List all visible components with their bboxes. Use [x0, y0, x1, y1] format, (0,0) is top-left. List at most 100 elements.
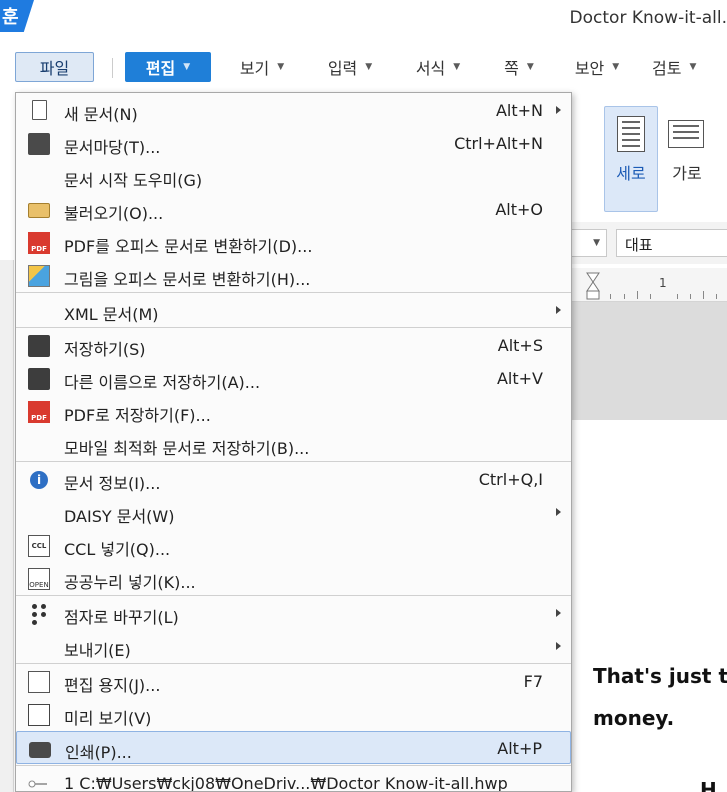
menu-format-label: 서식 [415, 59, 446, 78]
submenu-arrow-icon [556, 508, 561, 516]
menu-review[interactable]: 검토 ▼ [652, 52, 727, 82]
menu-view[interactable]: 보기 ▼ [230, 52, 294, 82]
menu-security[interactable]: 보안 ▼ [565, 52, 629, 82]
pdf-convert-icon: PDF [28, 232, 50, 254]
menu-item-page-setup[interactable]: 편집 용지(J)... F7 [16, 665, 571, 698]
vertical-ruler [0, 260, 14, 792]
submenu-arrow-icon [556, 609, 561, 617]
ruler-tick [610, 294, 611, 299]
app-logo-icon[interactable]: 훈 [0, 0, 34, 32]
menu-item-preview[interactable]: 미리 보기(V) [16, 698, 571, 731]
menu-item-shortcut: Ctrl+Q,I [478, 470, 543, 489]
style-select[interactable]: 대표 [616, 229, 727, 257]
menu-item-shortcut: Ctrl+Alt+N [454, 134, 543, 153]
chevron-down-icon: ▼ [365, 62, 373, 72]
menu-item-open[interactable]: 불러오기(O)... Alt+O [16, 193, 571, 226]
landscape-page-icon[interactable] [668, 120, 704, 148]
menu-item-save-as[interactable]: 다른 이름으로 저장하기(A)... Alt+V [16, 362, 571, 395]
save-icon [28, 335, 50, 357]
braille-icon [30, 603, 48, 625]
menu-item-save-mobile[interactable]: 모바일 최적화 문서로 저장하기(B)... [16, 428, 571, 461]
template-icon [28, 133, 50, 155]
menu-item-shortcut: F7 [523, 672, 543, 691]
ruler-number: 1 [659, 276, 667, 290]
menu-item-label: DAISY 문서(W) [64, 507, 175, 526]
title-bar: 훈 Doctor Know-it-all. [0, 0, 727, 40]
menu-item-send[interactable]: 보내기(E) [16, 630, 571, 663]
file-dropdown-menu: 새 문서(N) Alt+N 문서마당(T)... Ctrl+Alt+N 문서 시… [15, 92, 572, 792]
menu-item-new-document[interactable]: 새 문서(N) Alt+N [16, 94, 571, 127]
menu-item-daisy-document[interactable]: DAISY 문서(W) [16, 496, 571, 529]
menu-security-label: 보안 [574, 59, 605, 78]
menu-file[interactable]: 파일 [15, 52, 94, 82]
menu-edit-label: 편집 [145, 59, 176, 78]
menu-edit[interactable]: 편집 ▼ [125, 52, 211, 82]
menu-item-braille[interactable]: 점자로 바꾸기(L) [16, 597, 571, 630]
menu-item-pdf-to-office[interactable]: PDF PDF를 오피스 문서로 변환하기(D)... [16, 226, 571, 259]
menu-item-xml-document[interactable]: XML 문서(M) [16, 294, 571, 327]
menu-item-print[interactable]: 인쇄(P)... Alt+P [16, 731, 571, 764]
ruler-tick [716, 294, 717, 299]
menu-separator [16, 327, 571, 328]
menu-page[interactable]: 쪽 ▼ [494, 52, 544, 82]
ruler-tick [650, 294, 651, 299]
ruler-tick [703, 291, 704, 299]
document-text-line: H [700, 778, 717, 792]
menu-item-shortcut: Alt+P [497, 739, 542, 758]
menu-item-image-to-office[interactable]: 그림을 오피스 문서로 변환하기(H)... [16, 259, 571, 292]
chevron-down-icon: ▼ [453, 62, 461, 72]
menu-item-templates[interactable]: 문서마당(T)... Ctrl+Alt+N [16, 127, 571, 160]
recent-file-key-icon [28, 780, 47, 788]
document-text-line: money. [593, 706, 675, 730]
print-icon [29, 742, 51, 758]
menu-insert[interactable]: 입력 ▼ [318, 52, 382, 82]
menu-item-label: 보내기(E) [64, 641, 131, 660]
menu-divider [112, 58, 113, 78]
menu-page-label: 쪽 [504, 59, 519, 78]
menu-bar: 파일 편집 ▼ 보기 ▼ 입력 ▼ 서식 ▼ 쪽 ▼ 보안 ▼ 검토 ▼ [0, 44, 727, 90]
menu-item-label: 문서 정보(I)... [64, 474, 161, 493]
menu-item-label: CCL 넣기(Q)... [64, 540, 171, 559]
chevron-down-icon: ▼ [277, 62, 285, 72]
ccl-icon: CCL [28, 535, 50, 557]
font-combo[interactable]: ▼ [571, 229, 607, 257]
menu-item-insert-kogl[interactable]: OPEN 공공누리 넣기(K)... [16, 562, 571, 595]
menu-item-start-wizard[interactable]: 문서 시작 도우미(G) [16, 160, 571, 193]
indent-marker-icon[interactable] [586, 272, 600, 300]
save-as-icon [28, 368, 50, 390]
menu-item-label: 저장하기(S) [64, 340, 146, 359]
chevron-down-icon: ▼ [593, 238, 600, 248]
ruler-tick [637, 291, 638, 299]
portrait-label: 세로 [616, 164, 646, 183]
document-page[interactable] [571, 420, 727, 792]
menu-separator [16, 292, 571, 293]
preview-icon [28, 704, 50, 726]
menu-file-label: 파일 [39, 59, 70, 78]
menu-insert-label: 입력 [327, 59, 358, 78]
menu-format[interactable]: 서식 ▼ [406, 52, 470, 82]
open-folder-icon [28, 203, 50, 218]
landscape-label[interactable]: 가로 [660, 160, 714, 184]
chevron-down-icon: ▼ [689, 62, 697, 72]
menu-item-label: 공공누리 넣기(K)... [64, 573, 196, 592]
menu-item-save-pdf[interactable]: PDF PDF로 저장하기(F)... [16, 395, 571, 428]
pdf-save-icon: PDF [28, 401, 50, 423]
menu-item-recent-file[interactable]: 1 C:₩Users₩ckj08₩OneDriv...₩Doctor Know-… [16, 767, 571, 791]
menu-item-label: PDF를 오피스 문서로 변환하기(D)... [64, 237, 313, 256]
menu-separator [16, 765, 571, 766]
chevron-down-icon: ▼ [612, 62, 620, 72]
menu-item-save[interactable]: 저장하기(S) Alt+S [16, 329, 571, 362]
menu-item-document-info[interactable]: i 문서 정보(I)... Ctrl+Q,I [16, 463, 571, 496]
ruler-tick [690, 294, 691, 299]
chevron-down-icon: ▼ [526, 62, 534, 72]
ruler-tick [624, 294, 625, 299]
menu-separator [16, 461, 571, 462]
ruler-tick [677, 294, 678, 299]
document-text-line: That's just t [593, 664, 727, 688]
portrait-page-icon [617, 116, 645, 152]
submenu-arrow-icon [556, 642, 561, 650]
menu-item-label: 점자로 바꾸기(L) [64, 608, 179, 627]
menu-item-label: PDF로 저장하기(F)... [64, 406, 211, 425]
menu-item-insert-ccl[interactable]: CCL CCL 넣기(Q)... [16, 529, 571, 562]
menu-item-label: 모바일 최적화 문서로 저장하기(B)... [64, 439, 310, 458]
